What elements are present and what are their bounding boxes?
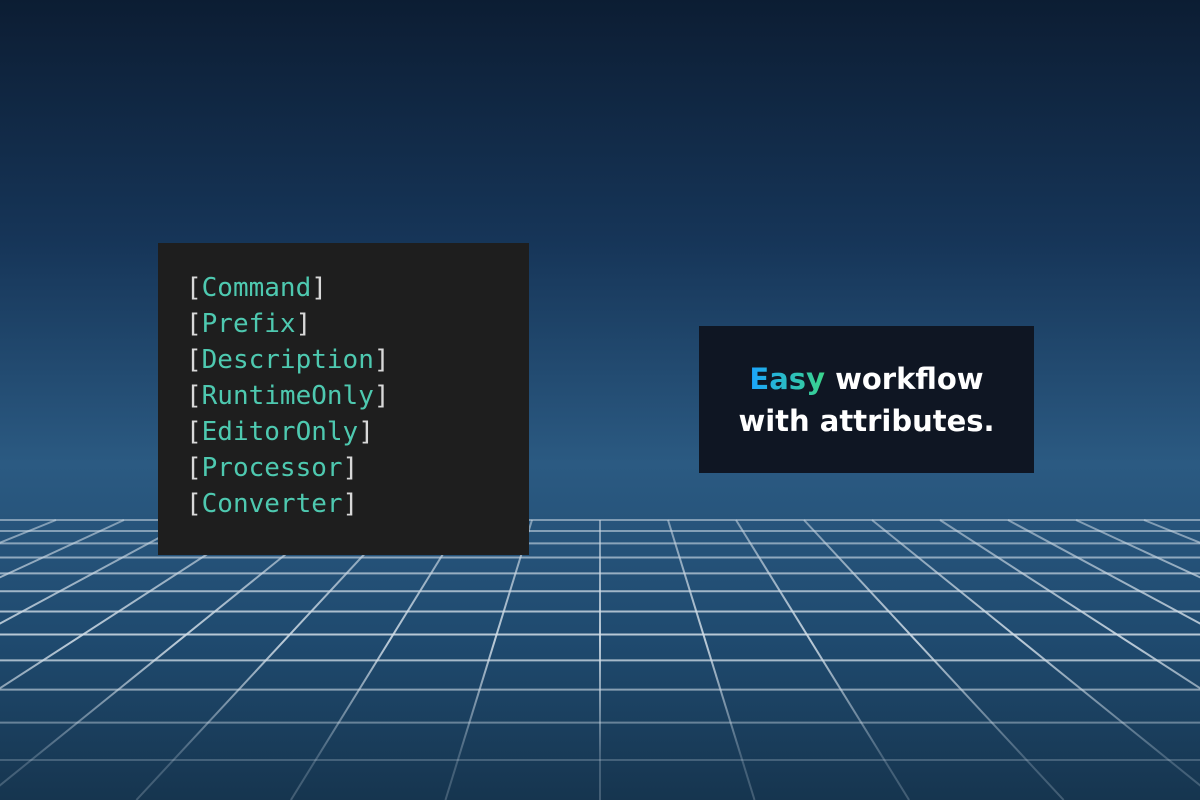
code-line: [Description]: [186, 342, 529, 378]
code-line: [RuntimeOnly]: [186, 378, 529, 414]
bracket-close: ]: [311, 273, 327, 303]
attribute-name: Processor: [201, 453, 343, 483]
bracket-close: ]: [373, 381, 390, 411]
tagline-line-2: with attributes.: [738, 403, 995, 438]
bracket-close: ]: [373, 345, 390, 375]
code-line: [Converter]: [186, 486, 529, 522]
bracket-close: ]: [358, 417, 374, 447]
tagline-panel: Easy workflow with attributes.: [699, 326, 1034, 473]
attribute-name: Prefix: [201, 309, 296, 339]
code-line: [Command]: [186, 270, 529, 306]
bracket-open: [: [186, 417, 202, 447]
bracket-close: ]: [342, 489, 359, 519]
attribute-name: RuntimeOnly: [201, 381, 374, 411]
attribute-name: Description: [201, 345, 374, 375]
bracket-close: ]: [295, 309, 312, 339]
code-line: [EditorOnly]: [186, 414, 529, 450]
bracket-open: [: [186, 345, 202, 375]
tagline-line-1: Easy workflow: [749, 358, 983, 400]
tagline-highlight: Easy: [749, 361, 825, 396]
attribute-name: Command: [201, 273, 312, 303]
tagline-line1-rest: workflow: [824, 361, 984, 396]
bracket-open: [: [186, 381, 202, 411]
code-line: [Prefix]: [186, 306, 529, 342]
bracket-open: [: [186, 273, 202, 303]
attribute-name: EditorOnly: [201, 417, 359, 447]
bracket-open: [: [186, 453, 202, 483]
bracket-open: [: [186, 309, 202, 339]
code-line: [Processor]: [186, 450, 529, 486]
bracket-open: [: [186, 489, 202, 519]
attribute-name: Converter: [201, 489, 343, 519]
code-attributes-panel: [Command] [Prefix] [Description] [RuntimeOn…: [158, 243, 529, 555]
bracket-close: ]: [342, 453, 359, 483]
